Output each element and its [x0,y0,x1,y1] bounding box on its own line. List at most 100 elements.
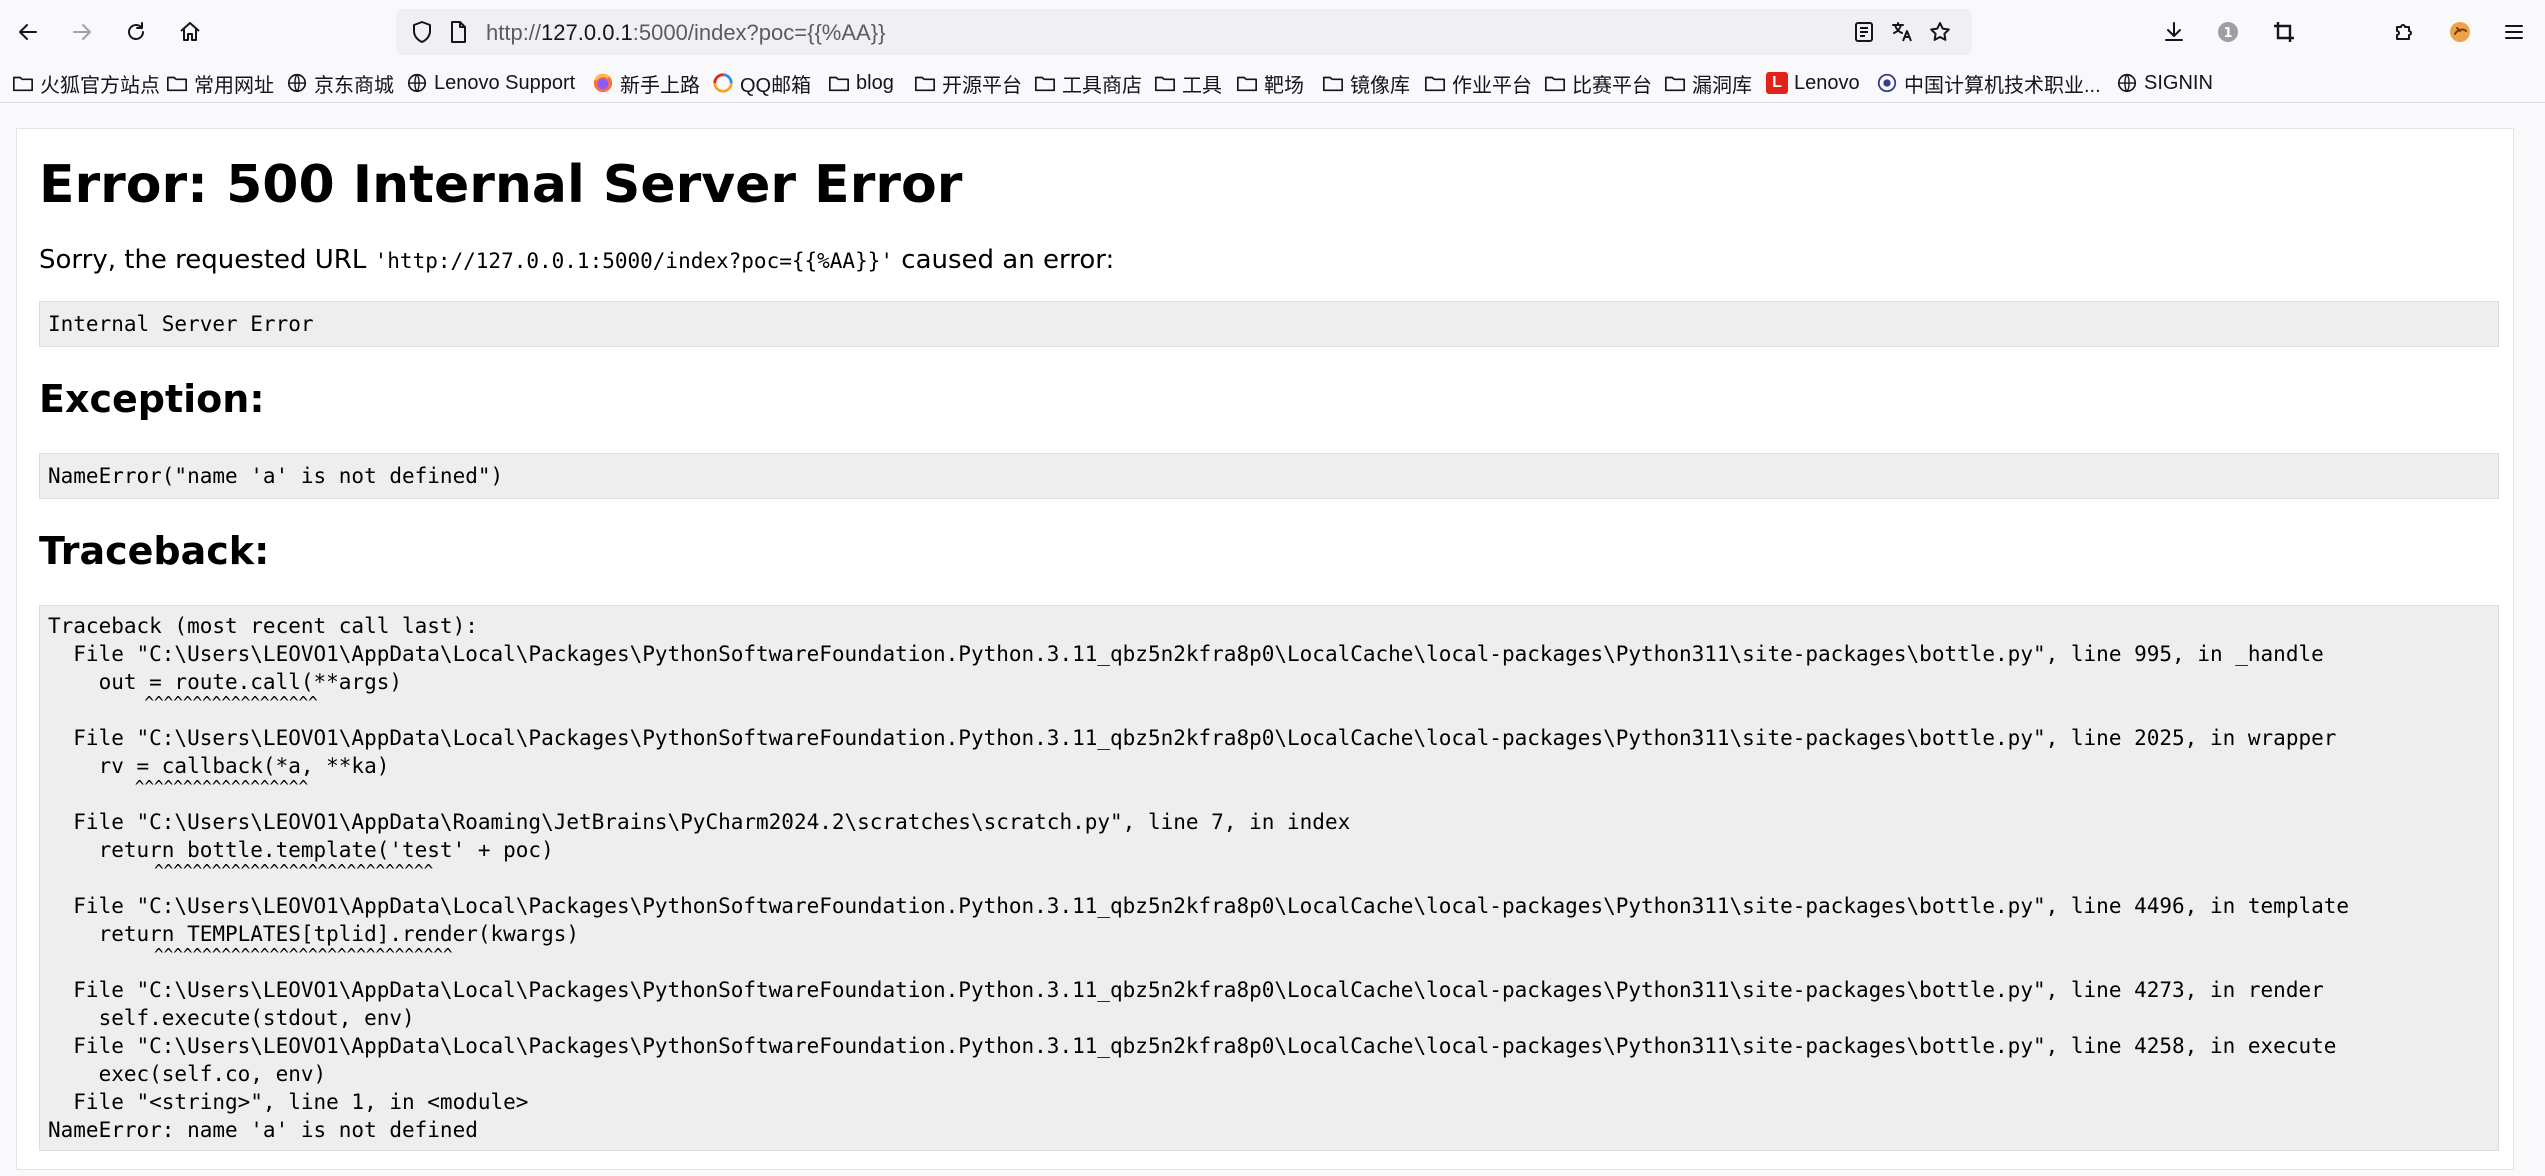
exception-box: NameError("name 'a' is not defined") [39,453,2499,499]
back-button[interactable] [10,14,46,50]
folder-icon [1237,76,1257,92]
folder-icon [1665,76,1685,92]
traceback-line: return bottle.template('test' + poc) [48,838,554,862]
bookmark-label: 火狐官方站点 [40,74,160,97]
account-button[interactable]: 1 [2210,14,2246,50]
bookmark-label: 工具商店 [1062,74,1142,97]
puzzle-icon [2396,24,2412,40]
profile-button[interactable] [2442,14,2478,50]
site-icon [1877,73,1897,93]
bookmark-item[interactable]: QQ邮箱 [712,68,811,98]
traceback-spacer [48,794,2498,808]
error-body: Internal Server Error [48,312,314,336]
bookmark-label: 中国计算机技术职业... [1904,74,2101,97]
profile-icon [2450,22,2470,42]
bookmark-label: SIGNIN [2144,71,2213,94]
bookmark-item[interactable]: 常用网址 [166,68,274,98]
requested-url: 'http://127.0.0.1:5000/index?poc={{%AA}}… [374,249,894,273]
traceback-line: self.execute(stdout, env) [48,1006,415,1030]
downloads-button[interactable] [2156,14,2192,50]
traceback-line: File "C:\Users\LEOVO1\AppData\Local\Pack… [48,1034,2337,1058]
forward-button[interactable] [64,14,100,50]
svg-text:1: 1 [2223,26,2232,41]
page-icon[interactable] [446,20,470,44]
screenshot-button[interactable] [2266,14,2302,50]
sorry-text: Sorry, the requested URL [39,245,375,275]
bookmark-label: QQ邮箱 [740,74,812,97]
traceback-line: File "C:\Users\LEOVO1\AppData\Local\Pack… [48,726,2337,750]
bookmark-label: 京东商城 [314,74,394,97]
folder-icon [829,76,849,92]
traceback-spacer [48,962,2498,976]
folder-icon [1035,76,1055,92]
traceback-line: File "C:\Users\LEOVO1\AppData\Roaming\Je… [48,810,1351,834]
bookmark-item[interactable]: 作业平台 [1424,68,1532,98]
sorry-suffix: caused an error: [893,245,1115,275]
traceback-spacer [48,878,2498,892]
firefox-icon [593,73,613,93]
bookmark-item[interactable]: 比赛平台 [1544,68,1652,98]
bookmark-item[interactable]: 镜像库 [1322,68,1410,98]
url-text[interactable]: http://127.0.0.1:5000/index?poc={{%AA}} [486,20,885,46]
page-content: Error: 500 Internal Server Error Sorry, … [16,128,2514,1170]
error-body-box: Internal Server Error [39,301,2499,347]
bookmark-item[interactable]: L Lenovo [1766,68,1860,98]
reader-view-icon[interactable] [1852,20,1876,44]
folder-icon [13,76,33,92]
globe-icon [407,73,427,93]
bookmark-label: 工具 [1182,74,1222,97]
bookmark-item[interactable]: 漏洞库 [1664,68,1752,98]
folder-icon [1155,76,1175,92]
bookmark-label: blog [856,71,894,94]
traceback-caret-line: ^^^^^^^^^^^^^^^^^^^^^^^^^^^^^ [48,861,434,880]
bookmark-label: Lenovo Support [434,71,576,94]
account-icon: 1 [2218,22,2238,42]
folder-icon [1545,76,1565,92]
reload-button[interactable] [118,14,154,50]
bookmark-item[interactable]: 靶场 [1236,68,1304,98]
bookmark-label: 靶场 [1264,74,1304,97]
traceback-caret-line: ^^^^^^^^^^^^^^^^^^ [48,777,309,796]
forward-arrow-icon [73,24,91,40]
traceback-caret-line: ^^^^^^^^^^^^^^^^^^^^^^^^^^^^^^^ [48,945,453,964]
traceback-line: File "<string>", line 1, in <module> [48,1090,529,1114]
extensions-button[interactable] [2386,14,2422,50]
bookmark-label: 镜像库 [1350,74,1410,97]
lenovo-icon: L [1766,72,1788,94]
back-arrow-icon [19,24,37,40]
bookmark-label: 比赛平台 [1572,74,1652,97]
folder-icon [167,76,187,92]
traceback-spacer [48,710,2498,724]
bookmark-label: 漏洞库 [1692,74,1752,97]
traceback-line: exec(self.co, env) [48,1062,327,1086]
traceback-line: File "C:\Users\LEOVO1\AppData\Local\Pack… [48,978,2324,1002]
bookmark-label: 开源平台 [942,74,1022,97]
crop-icon [2274,22,2294,42]
bookmark-item[interactable]: 新手上路 [592,68,700,98]
bookmark-item[interactable]: 火狐官方站点 [12,68,160,98]
traceback-line: File "C:\Users\LEOVO1\AppData\Local\Pack… [48,894,2350,918]
qq-mail-icon [713,73,733,93]
url-host: 127.0.0.1 [541,20,633,45]
bookmark-item[interactable]: Lenovo Support [406,68,575,98]
bookmark-item[interactable]: SIGNIN [2116,68,2213,98]
url-rest: :5000/index?poc={{%AA}} [632,20,886,45]
globe-icon [287,73,307,93]
exception-heading: Exception: [39,377,265,421]
bookmark-item[interactable]: 工具商店 [1034,68,1142,98]
address-bar[interactable]: http://127.0.0.1:5000/index?poc={{%AA}} [396,9,1972,55]
traceback-line: return TEMPLATES[tplid].render(kwargs) [48,922,580,946]
bookmark-label: Lenovo [1794,71,1860,94]
shield-icon[interactable] [410,20,434,44]
bookmark-item[interactable]: 工具 [1154,68,1222,98]
star-icon[interactable] [1928,20,1952,44]
translate-icon[interactable] [1890,20,1914,44]
traceback-heading: Traceback: [39,529,270,573]
page-title: Error: 500 Internal Server Error [39,155,963,215]
bookmark-item[interactable]: 中国计算机技术职业... [1876,68,2101,98]
home-button[interactable] [172,14,208,50]
bookmark-item[interactable]: blog [828,68,894,98]
bookmark-item[interactable]: 开源平台 [914,68,1022,98]
bookmark-item[interactable]: 京东商城 [286,68,394,98]
menu-button[interactable] [2496,14,2532,50]
